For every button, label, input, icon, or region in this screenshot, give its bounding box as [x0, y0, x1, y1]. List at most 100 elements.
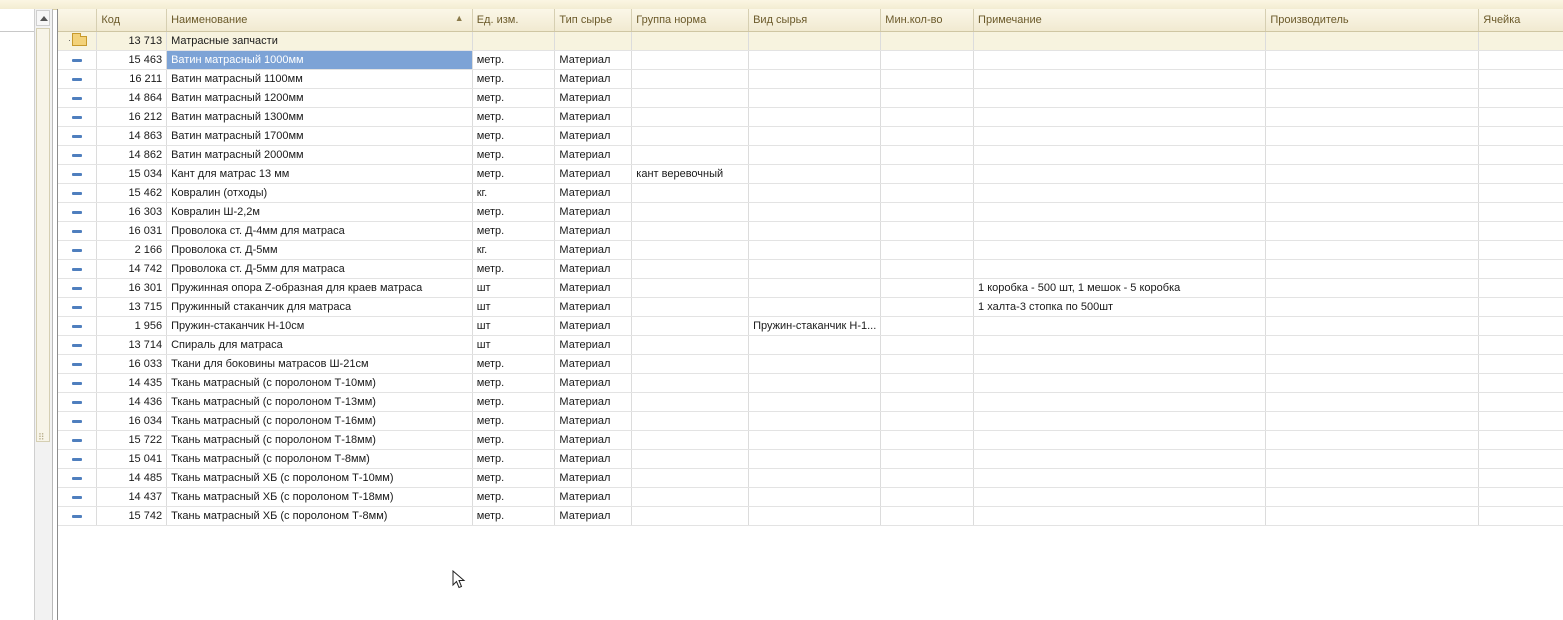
item-manufacturer[interactable]: [1265, 69, 1480, 89]
item-norm-group[interactable]: [631, 335, 750, 355]
column-header-name[interactable]: Наименование ▲: [166, 9, 473, 32]
item-cell[interactable]: [1478, 183, 1563, 203]
item-note[interactable]: [973, 354, 1267, 374]
item-name[interactable]: Ткань матрасный (с поролоном Т-13мм): [166, 392, 473, 412]
table-row[interactable]: 14 435 Ткань матрасный (с поролоном Т-10м…: [58, 373, 1563, 393]
item-unit[interactable]: кг.: [472, 183, 556, 203]
item-material-kind[interactable]: [748, 145, 882, 165]
item-manufacturer[interactable]: [1265, 145, 1480, 165]
item-code[interactable]: 16 212: [96, 107, 168, 127]
item-unit[interactable]: метр.: [472, 468, 556, 488]
item-code[interactable]: 14 436: [96, 392, 168, 412]
item-unit[interactable]: метр.: [472, 506, 556, 526]
item-material-kind[interactable]: [748, 259, 882, 279]
item-manufacturer[interactable]: [1265, 392, 1480, 412]
item-material-kind[interactable]: [748, 240, 882, 260]
item-material-kind[interactable]: [748, 107, 882, 127]
item-norm-group[interactable]: [631, 126, 750, 146]
item-note[interactable]: [973, 449, 1267, 469]
item-note[interactable]: [973, 164, 1267, 184]
item-min-qty[interactable]: [880, 202, 975, 222]
item-material-type[interactable]: Материал: [554, 107, 633, 127]
item-code[interactable]: 13 715: [96, 297, 168, 317]
item-material-kind[interactable]: [748, 487, 882, 507]
table-row[interactable]: 13 715 Пружинный стаканчик для матраса шт М…: [58, 297, 1563, 317]
column-header-manufacturer[interactable]: Производитель: [1265, 9, 1480, 32]
item-norm-group[interactable]: [631, 221, 750, 241]
items-grid[interactable]: Код Наименование ▲ Ед. изм. Тип сырье Гр…: [57, 9, 1563, 620]
item-norm-group[interactable]: [631, 373, 750, 393]
item-name[interactable]: Ватин матрасный 1100мм: [166, 69, 473, 89]
item-name[interactable]: Ткань матрасный ХБ (с поролоном Т-10мм): [166, 468, 473, 488]
item-note[interactable]: [973, 183, 1267, 203]
item-manufacturer[interactable]: [1265, 354, 1480, 374]
item-norm-group[interactable]: [631, 183, 750, 203]
item-name[interactable]: Ткань матрасный ХБ (с поролоном Т-18мм): [166, 487, 473, 507]
item-cell[interactable]: [1478, 487, 1563, 507]
item-material-type[interactable]: Материал: [554, 259, 633, 279]
item-material-kind[interactable]: [748, 297, 882, 317]
vertical-scrollbar[interactable]: ⠿: [34, 9, 53, 620]
table-row[interactable]: 2 166 Проволока ст. Д-5мм кг. Материал: [58, 240, 1563, 260]
item-material-kind[interactable]: [748, 50, 882, 70]
item-norm-group[interactable]: [631, 411, 750, 431]
item-cell[interactable]: [1478, 335, 1563, 355]
item-unit[interactable]: метр.: [472, 259, 556, 279]
item-manufacturer[interactable]: [1265, 50, 1480, 70]
item-min-qty[interactable]: [880, 354, 975, 374]
item-unit[interactable]: метр.: [472, 221, 556, 241]
item-material-type[interactable]: Материал: [554, 202, 633, 222]
item-code[interactable]: 15 041: [96, 449, 168, 469]
column-header-norm-group[interactable]: Группа норма: [631, 9, 750, 32]
item-name[interactable]: Ткань матрасный (с поролоном Т-18мм): [166, 430, 473, 450]
item-unit[interactable]: кг.: [472, 240, 556, 260]
item-material-type[interactable]: Материал: [554, 354, 633, 374]
item-code[interactable]: 15 722: [96, 430, 168, 450]
item-norm-group[interactable]: [631, 50, 750, 70]
item-cell[interactable]: [1478, 107, 1563, 127]
table-row[interactable]: 16 212 Ватин матрасный 1300мм метр. Материа…: [58, 107, 1563, 127]
item-name[interactable]: Ватин матрасный 1300мм: [166, 107, 473, 127]
item-name[interactable]: Спираль для матраса: [166, 335, 473, 355]
item-unit[interactable]: метр.: [472, 107, 556, 127]
item-note[interactable]: [973, 335, 1267, 355]
item-manufacturer[interactable]: [1265, 240, 1480, 260]
item-material-kind[interactable]: [748, 468, 882, 488]
item-material-type[interactable]: Материал: [554, 126, 633, 146]
item-material-type[interactable]: Материал: [554, 221, 633, 241]
item-norm-group[interactable]: [631, 145, 750, 165]
table-row[interactable]: 14 436 Ткань матрасный (с поролоном Т-13м…: [58, 392, 1563, 412]
item-material-type[interactable]: Материал: [554, 468, 633, 488]
item-material-type[interactable]: Материал: [554, 50, 633, 70]
item-name[interactable]: Ткань матрасный ХБ (с поролоном Т-8мм): [166, 506, 473, 526]
item-material-kind[interactable]: [748, 506, 882, 526]
item-norm-group[interactable]: [631, 88, 750, 108]
item-name[interactable]: Пружинная опора Z-образная для краев мат…: [166, 278, 473, 298]
item-norm-group[interactable]: [631, 278, 750, 298]
item-note[interactable]: [973, 50, 1267, 70]
item-code[interactable]: 16 034: [96, 411, 168, 431]
item-material-type[interactable]: Материал: [554, 430, 633, 450]
item-code[interactable]: 16 301: [96, 278, 168, 298]
item-unit[interactable]: метр.: [472, 392, 556, 412]
item-code[interactable]: 14 864: [96, 88, 168, 108]
item-code[interactable]: 14 437: [96, 487, 168, 507]
item-norm-group[interactable]: [631, 430, 750, 450]
item-material-kind[interactable]: [748, 164, 882, 184]
table-row[interactable]: 16 211 Ватин матрасный 1100мм метр. Материа…: [58, 69, 1563, 89]
item-note[interactable]: [973, 259, 1267, 279]
table-row[interactable]: 15 742 Ткань матрасный ХБ (с поролоном Т-…: [58, 506, 1563, 526]
item-code[interactable]: 14 862: [96, 145, 168, 165]
item-unit[interactable]: метр.: [472, 411, 556, 431]
item-name[interactable]: Ватин матрасный 1700мм: [166, 126, 473, 146]
item-note[interactable]: [973, 69, 1267, 89]
item-material-kind[interactable]: [748, 449, 882, 469]
item-min-qty[interactable]: [880, 69, 975, 89]
column-header-code[interactable]: Код: [96, 9, 168, 32]
item-cell[interactable]: [1478, 69, 1563, 89]
item-unit[interactable]: метр.: [472, 50, 556, 70]
item-unit[interactable]: метр.: [472, 487, 556, 507]
tree-panel[interactable]: [0, 9, 35, 620]
item-min-qty[interactable]: [880, 259, 975, 279]
item-manufacturer[interactable]: [1265, 183, 1480, 203]
